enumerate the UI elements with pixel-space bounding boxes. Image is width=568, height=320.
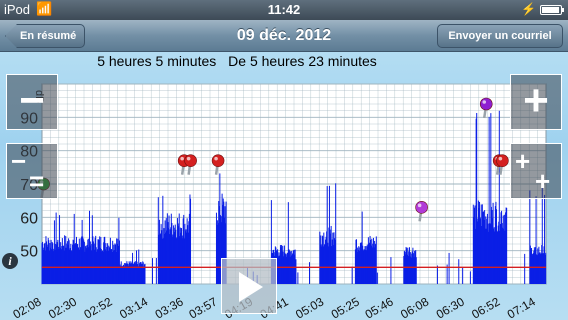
marker-pin-shine — [417, 203, 422, 208]
sound-level-chart[interactable]: 5060708090dB02:0802:3002:5203:1403:3603:… — [0, 72, 568, 320]
total-duration: De 5 heures 23 minutes — [228, 53, 377, 69]
marker-pin-shine — [482, 100, 487, 104]
zoom-out-vertical-button[interactable]: − — [6, 74, 58, 130]
marker-pin — [415, 201, 428, 214]
x-tick-label: 06:30 — [434, 294, 467, 320]
battery-icon — [540, 5, 564, 15]
nav-bar: En résumé 09 déc. 2012 Envoyer un courri… — [0, 20, 568, 52]
clock: 11:42 — [267, 2, 301, 17]
x-tick-label: 05:03 — [293, 294, 326, 320]
plus-icon: + — [523, 76, 549, 125]
x-tick-label: 07:14 — [505, 294, 538, 320]
x-tick-label: 02:08 — [10, 294, 43, 320]
marker-pin-shine — [180, 156, 184, 161]
y-tick-label: 60 — [20, 210, 38, 227]
minus-icon: − — [19, 76, 45, 125]
equals-icon: = — [29, 166, 45, 196]
chart-canvas[interactable]: 5060708090dB02:0802:3002:5203:1403:3603:… — [0, 72, 568, 320]
x-tick-label: 02:52 — [82, 294, 115, 320]
play-button[interactable] — [221, 258, 277, 314]
recorded-duration: 5 heures 5 minutes — [97, 53, 217, 69]
marker-pin — [479, 97, 493, 111]
send-email-button[interactable]: Envoyer un courriel — [437, 24, 563, 48]
zoom-reset-button[interactable]: − = — [6, 143, 58, 199]
x-tick-label: 03:36 — [153, 294, 186, 320]
play-icon — [239, 272, 263, 302]
zoom-fit-button[interactable]: + + — [510, 143, 562, 199]
marker-pin — [211, 154, 225, 167]
x-tick-label: 02:30 — [46, 294, 79, 320]
x-tick-label: 05:25 — [329, 294, 362, 320]
marker-pin — [496, 154, 509, 167]
y-tick-label: 50 — [20, 244, 38, 261]
minus-icon: − — [11, 146, 27, 176]
marker-pin-shine — [186, 156, 191, 161]
plus-icon: + — [535, 166, 551, 196]
duration-summary: 5 heures 5 minutes De 5 heures 23 minute… — [0, 52, 568, 72]
marker-pin-shine — [214, 156, 218, 161]
marker-pin — [184, 154, 197, 167]
charging-icon: ⚡ — [521, 2, 536, 16]
status-bar: iPod 📶 11:42 ⚡ — [0, 0, 568, 20]
x-tick-label: 06:08 — [398, 294, 431, 320]
x-tick-label: 03:14 — [117, 294, 150, 320]
marker-pin-shine — [498, 156, 503, 161]
plus-icon: + — [515, 146, 531, 176]
zoom-in-vertical-button[interactable]: + — [510, 74, 562, 130]
info-icon[interactable]: i — [2, 253, 18, 269]
x-tick-label: 05:46 — [363, 294, 396, 320]
x-tick-label: 03:57 — [187, 294, 220, 320]
x-tick-label: 06:52 — [469, 294, 502, 320]
